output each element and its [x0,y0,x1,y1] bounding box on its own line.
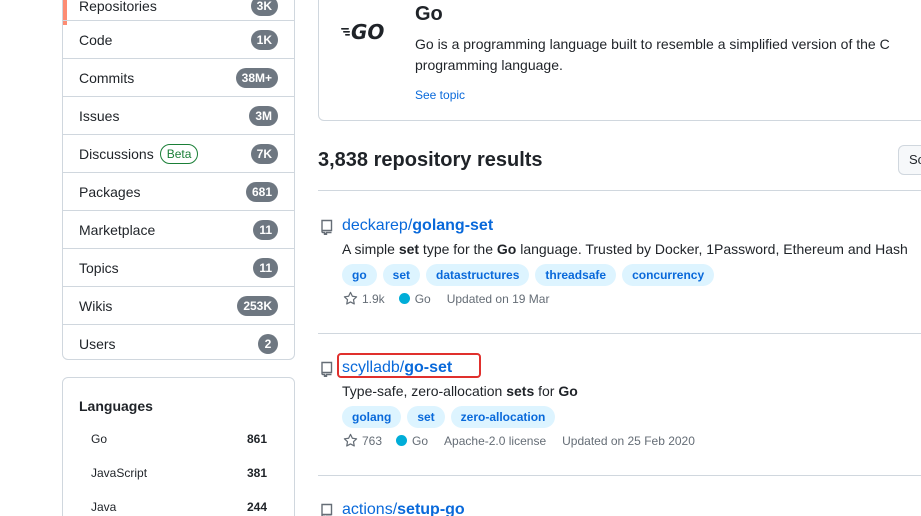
topic-card: GO Go Go is a programming language built… [318,0,921,121]
count-badge: 38M+ [235,67,278,88]
star-icon [343,291,358,305]
results-count-heading: 3,838 repository results [318,149,543,171]
filter-label: Commits [79,69,135,86]
count-badge: 3M [249,105,278,126]
count-badge: 681 [245,181,278,202]
repo-owner: actions/ [342,501,398,516]
updated-date: Updated on 19 Mar [446,291,550,306]
topic-tag[interactable]: threadsafe [535,264,617,286]
count-badge: 253K [237,295,278,316]
divider [318,475,921,476]
repo-language: Go [412,433,429,448]
topic-tag[interactable]: zero-allocation [450,406,556,428]
language-item-go[interactable]: Go 861 [91,427,267,451]
language-color-dot [396,435,408,446]
repo-topics: golang set zero-allocation [342,406,556,428]
repo-language: Go [414,291,431,306]
filter-topics[interactable]: Topics 11 [63,248,294,286]
search-type-filter: Repositories 3K Code 1K Commits 38M+ Iss… [62,0,295,360]
repo-link-actions-setup-go[interactable]: actions/setup-go [342,501,465,516]
count-badge: 11 [253,219,278,240]
count-badge: 2 [258,333,278,354]
language-count: 244 [246,500,267,514]
filter-label: Packages [79,183,141,200]
filter-label: Marketplace [79,221,156,238]
filter-label: Discussions [79,145,154,162]
repo-license: Apache-2.0 license [444,433,547,448]
filter-users[interactable]: Users 2 [63,324,294,359]
repo-icon [321,219,333,235]
filter-marketplace[interactable]: Marketplace 11 [63,210,294,248]
language-count: 381 [246,466,267,480]
language-label: JavaScript [91,466,148,480]
beta-badge: Beta [159,143,199,164]
go-logo-icon: GO [341,20,384,43]
language-color-dot [398,293,410,304]
topic-description: Go is a programming language built to re… [415,36,890,73]
topic-tag[interactable]: concurrency [622,264,715,286]
filter-label: Users [79,335,116,352]
filter-label: Code [79,31,113,48]
languages-filter: Languages Go 861 JavaScript 381 Java 244 [62,377,295,516]
language-count: 861 [246,432,267,446]
language-label: Go [91,432,108,446]
language-label: Java [91,500,117,514]
star-count[interactable]: 763 [362,434,382,448]
sort-button[interactable]: Sort [898,145,921,175]
languages-heading: Languages [79,398,153,414]
divider [318,190,921,191]
repo-link-scylladb-go-set[interactable]: scylladb/go-set [342,359,452,377]
updated-date: Updated on 25 Feb 2020 [562,433,695,448]
filter-packages[interactable]: Packages 681 [63,172,294,210]
repo-name: go-set [404,359,453,376]
star-icon [343,433,358,447]
star-count[interactable]: 1.9k [362,292,385,306]
filter-label: Wikis [79,297,113,314]
filter-label: Issues [79,107,120,124]
language-item-javascript[interactable]: JavaScript 381 [91,461,267,485]
count-badge: 7K [250,143,278,164]
topic-tag[interactable]: datastructures [426,264,530,286]
filter-code[interactable]: Code 1K [63,20,294,58]
divider [318,333,921,334]
repo-topics: go set datastructures threadsafe concurr… [342,264,715,286]
repo-meta: 763 Go Apache-2.0 license Updated on 25 … [343,433,695,448]
repo-name: setup-go [397,501,465,516]
topic-title: Go [415,3,443,25]
filter-label: Repositories [79,0,157,14]
see-topic-link[interactable]: See topic [415,88,465,102]
filter-issues[interactable]: Issues 3M [63,96,294,134]
repo-description: Type-safe, zero-allocation sets for Go [342,383,578,399]
filter-commits[interactable]: Commits 38M+ [63,58,294,96]
repo-meta: 1.9k Go Updated on 19 Mar [343,291,549,306]
repo-owner: scylladb/ [342,359,405,376]
repo-name: golang-set [412,217,494,234]
topic-tag[interactable]: golang [342,406,402,428]
language-item-java[interactable]: Java 244 [91,495,267,516]
topic-tag[interactable]: set [407,406,445,428]
svg-text:GO: GO [351,20,384,43]
repo-owner: deckarep/ [342,217,413,234]
topic-tag[interactable]: go [342,264,377,286]
count-badge: 1K [250,29,278,50]
filter-discussions[interactable]: Discussions Beta 7K [63,134,294,172]
repo-icon [321,503,333,516]
count-badge: 3K [250,0,278,16]
repo-description: A simple set type for the Go language. T… [342,241,908,257]
topic-tag[interactable]: set [382,264,421,286]
count-badge: 11 [253,257,278,278]
filter-label: Topics [79,259,119,276]
filter-wikis[interactable]: Wikis 253K [63,286,294,324]
repo-link-deckarep-golang-set[interactable]: deckarep/golang-set [342,217,493,235]
repo-icon [321,361,333,377]
